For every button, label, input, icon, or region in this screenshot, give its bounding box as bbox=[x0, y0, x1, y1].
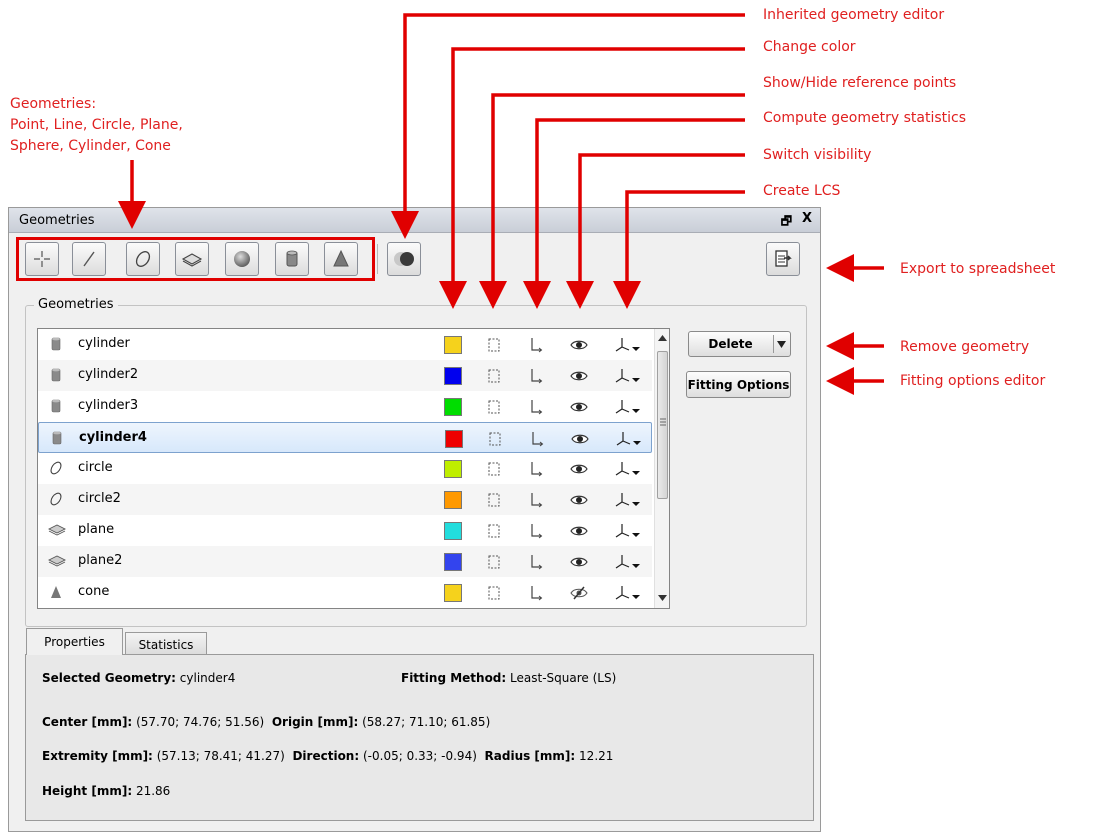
arrow-visibility bbox=[566, 153, 745, 309]
arrow-change-color bbox=[439, 47, 745, 309]
annotation-arrows bbox=[118, 13, 884, 395]
arrow-statistics bbox=[523, 118, 745, 309]
arrow-lcs bbox=[613, 190, 745, 309]
arrow-ref-points bbox=[479, 93, 745, 309]
tab-properties-label: Properties bbox=[44, 635, 105, 649]
tab-properties[interactable]: Properties bbox=[26, 628, 123, 655]
